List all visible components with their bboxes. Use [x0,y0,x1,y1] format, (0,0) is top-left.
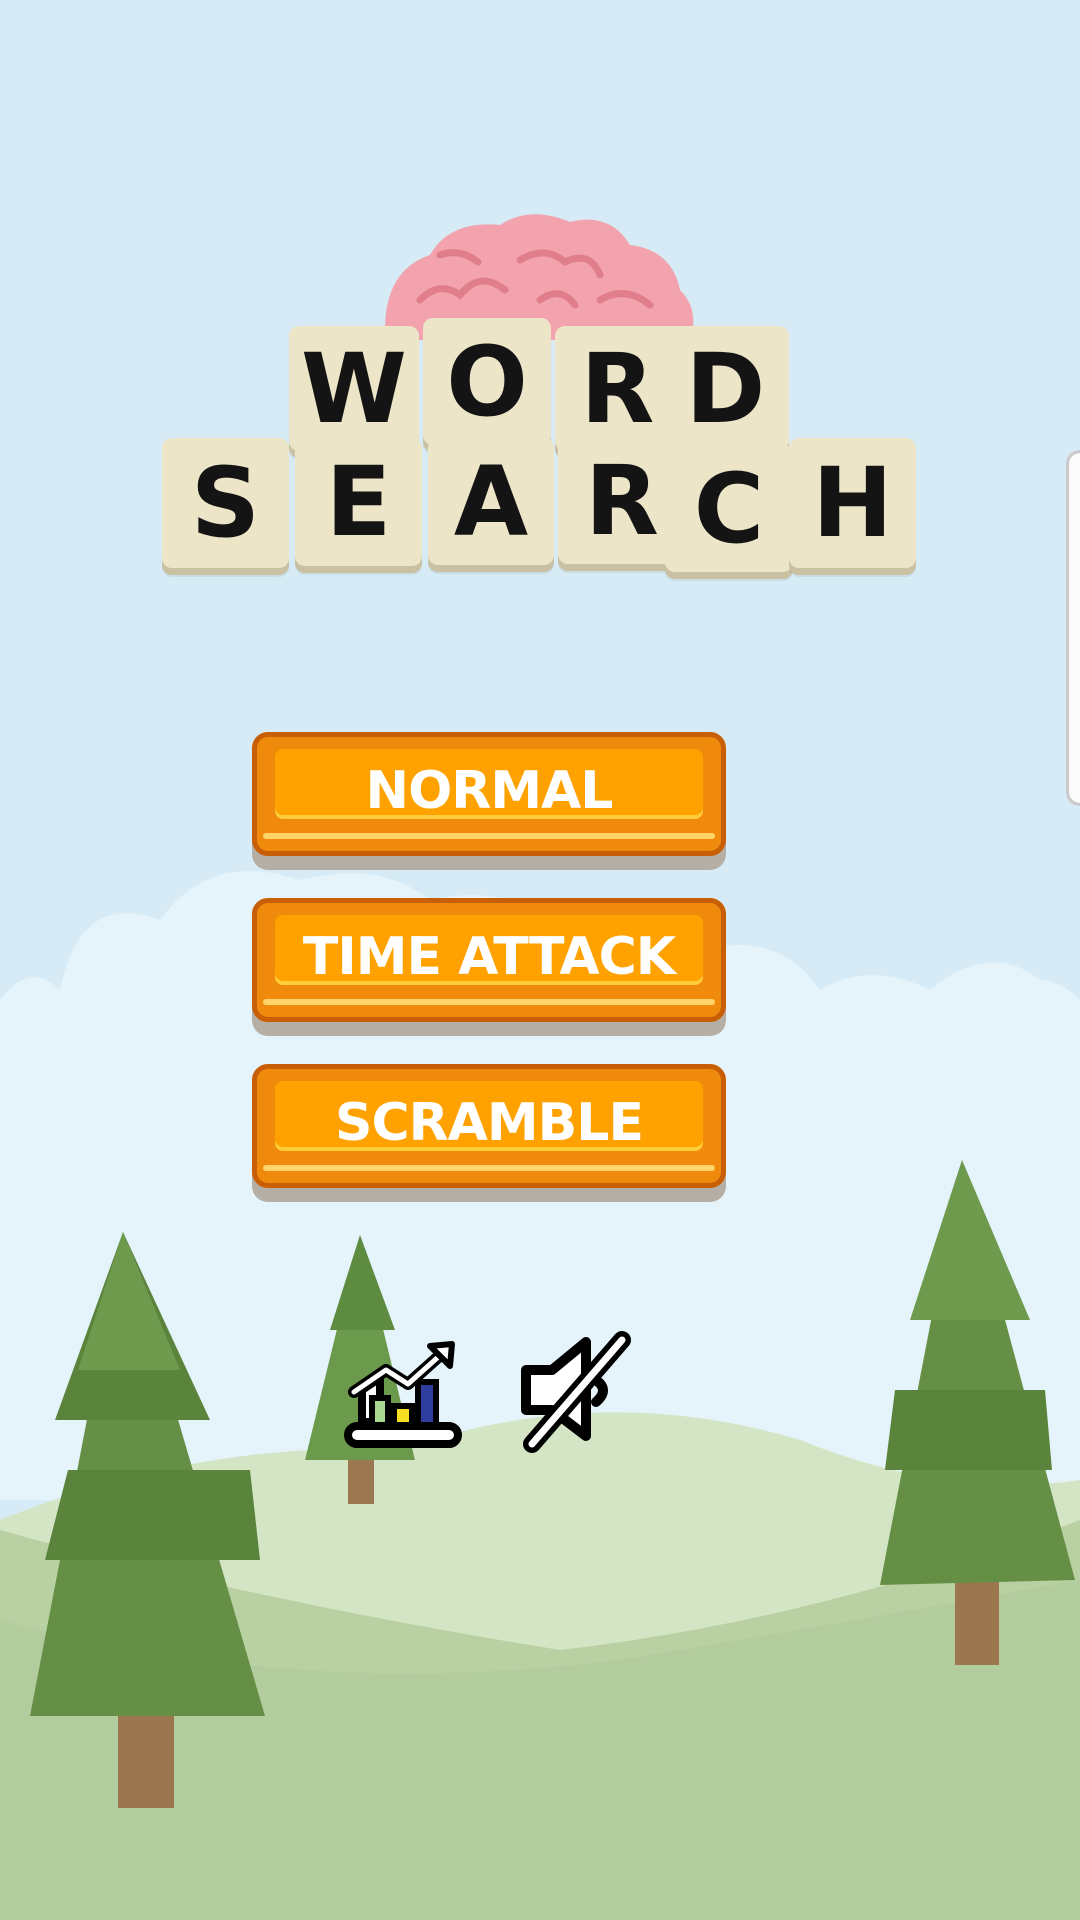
logo-tile: S [162,438,289,568]
sound-muted-icon [521,1331,631,1453]
time-attack-mode-button[interactable]: TIME ATTACK [252,898,726,1022]
scramble-mode-button[interactable]: SCRAMBLE [252,1064,726,1188]
logo-tile: O [423,318,551,445]
logo-tile: D [662,326,789,451]
time-attack-mode-label: TIME ATTACK [302,927,676,987]
scramble-mode-label: SCRAMBLE [335,1093,644,1153]
logo-tile: W [289,326,419,451]
stats-chart-icon [344,1341,462,1448]
normal-mode-label: NORMAL [365,761,614,821]
sound-toggle-button[interactable] [512,1324,642,1460]
logo-tile: C [665,445,793,572]
normal-mode-button[interactable]: NORMAL [252,732,726,856]
edge-panel-handle[interactable] [1066,450,1080,806]
logo-tile: E [295,438,422,566]
game-logo: W O R D S E A R C H [0,0,1080,600]
logo-tile: H [789,438,916,568]
logo-tile: A [428,438,554,565]
stats-button[interactable] [342,1336,468,1452]
